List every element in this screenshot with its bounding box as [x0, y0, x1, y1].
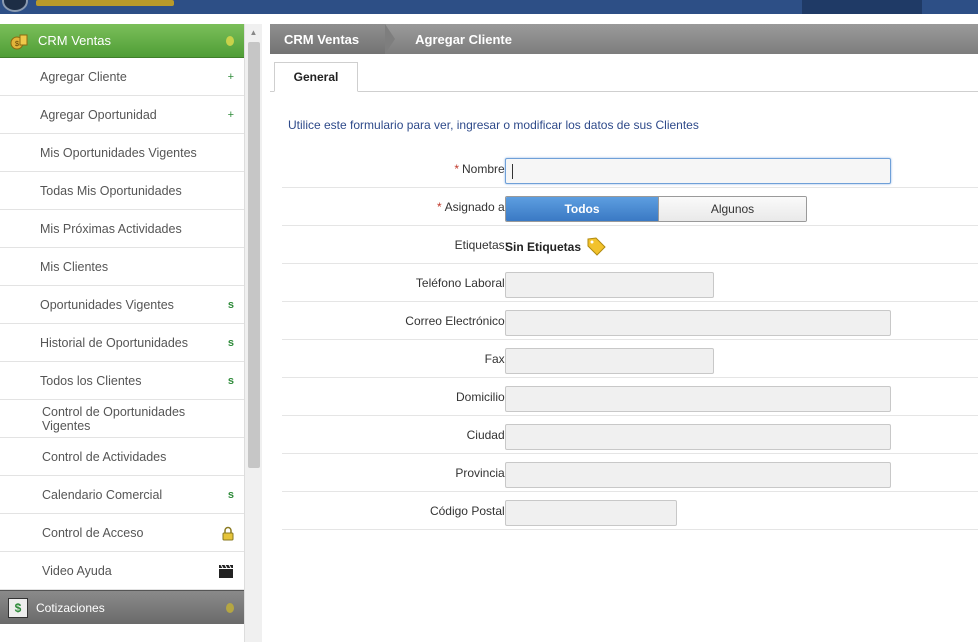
nombre-label-text: Nombre: — [461, 162, 508, 176]
correo-label: Correo Electrónico: — [405, 314, 508, 328]
sidebar-item-label: Control de Actividades — [42, 449, 167, 464]
status-dot-icon — [226, 602, 234, 613]
sidebar-scrollbar[interactable]: ▲ — [244, 24, 262, 642]
sidebar-item-agregar-oportunidad[interactable]: Agregar Oportunidad + — [0, 96, 244, 134]
sidebar-item-label: Calendario Comercial — [42, 487, 163, 502]
asignado-label-text: Asignado a: — [444, 200, 508, 214]
supervisor-icon: s — [227, 488, 234, 501]
breadcrumb: CRM Ventas Agregar Cliente — [270, 24, 978, 54]
sidebar-header-crm-ventas[interactable]: $ CRM Ventas — [0, 24, 244, 58]
asignado-todos-button[interactable]: Todos — [506, 197, 658, 221]
form-row-domicilio: Domicilio: — [282, 378, 978, 416]
asignado-algunos-button[interactable]: Algunos — [658, 197, 806, 221]
asignado-label: * Asignado a: — [437, 188, 508, 226]
sidebar-item-calendario-comercial[interactable]: Calendario Comercial s — [0, 476, 244, 514]
asignado-toggle: Todos Algunos — [505, 196, 807, 222]
nombre-label: * Nombre: — [454, 150, 508, 188]
sidebar-item-todos-los-clientes[interactable]: Todos los Clientes s — [0, 362, 244, 400]
sidebar-item-control-de-acceso[interactable]: Control de Acceso — [0, 514, 244, 552]
clapperboard-icon — [218, 564, 234, 578]
supervisor-icon: s — [227, 298, 234, 311]
sidebar-item-mis-proximas-actividades[interactable]: Mis Próximas Actividades — [0, 210, 244, 248]
fax-input[interactable] — [505, 348, 714, 374]
provincia-input[interactable] — [505, 462, 891, 488]
sidebar-item-label: Todas Mis Oportunidades — [40, 183, 182, 198]
client-form: * Nombre: * Asignado a: Todos Algunos Etiq… — [282, 150, 978, 530]
sidebar-item-label: Agregar Oportunidad — [40, 107, 157, 122]
sidebar-item-label: Oportunidades Vigentes — [40, 297, 174, 312]
top-banner — [0, 0, 978, 14]
svg-text:$: $ — [15, 41, 19, 48]
etiquetas-value-text: Sin Etiquetas — [505, 240, 582, 254]
codigo-postal-label: Código Postal: — [429, 504, 508, 518]
status-dot-icon — [226, 35, 234, 46]
ciudad-label: Ciudad: — [466, 428, 508, 442]
provincia-label: Provincia: — [455, 466, 508, 480]
sidebar-item-label: Video Ayuda — [42, 563, 112, 578]
sidebar-header-cotizaciones[interactable]: $ Cotizaciones — [0, 590, 244, 624]
etiquetas-value[interactable]: Sin Etiquetas — [505, 234, 607, 260]
sidebar-item-mis-oportunidades-vigentes[interactable]: Mis Oportunidades Vigentes — [0, 134, 244, 172]
sidebar-item-label: Historial de Oportunidades — [40, 335, 188, 350]
form-intro-text: Utilice este formulario para ver, ingres… — [288, 118, 699, 132]
sidebar: $ CRM Ventas Agregar Cliente + Agregar O… — [0, 24, 244, 642]
breadcrumb-root[interactable]: CRM Ventas — [270, 24, 396, 54]
plus-icon: + — [227, 70, 234, 83]
supervisor-icon: s — [227, 336, 234, 349]
sidebar-item-label: Control de Oportunidades Vigentes — [42, 404, 186, 433]
top-banner-right — [802, 0, 922, 14]
form-row-fax: Fax: — [282, 340, 978, 378]
supervisor-icon: s — [227, 374, 234, 387]
etiquetas-label: Etiquetas: — [454, 238, 508, 252]
scrollbar-thumb[interactable] — [248, 42, 260, 468]
sidebar-item-label: Mis Oportunidades Vigentes — [40, 145, 197, 160]
codigo-postal-input[interactable] — [505, 500, 677, 526]
app-logo-text — [36, 0, 174, 6]
plus-icon: + — [227, 108, 234, 121]
ciudad-input[interactable] — [505, 424, 891, 450]
sidebar-item-agregar-cliente[interactable]: Agregar Cliente + — [0, 58, 244, 96]
sidebar-item-video-ayuda[interactable]: Video Ayuda — [0, 552, 244, 590]
lock-icon — [222, 526, 234, 540]
sidebar-item-control-de-oportunidades-vigentes[interactable]: Control de Oportunidades Vigentes — [0, 400, 244, 438]
form-row-provincia: Provincia: — [282, 454, 978, 492]
sidebar-item-todas-mis-oportunidades[interactable]: Todas Mis Oportunidades — [0, 172, 244, 210]
domicilio-label: Domicilio: — [455, 390, 508, 404]
sidebar-item-mis-clientes[interactable]: Mis Clientes — [0, 248, 244, 286]
nombre-input[interactable] — [505, 158, 891, 184]
tab-bar: General — [270, 62, 978, 92]
sidebar-item-label: Mis Próximas Actividades — [40, 221, 182, 236]
form-row-telefono: Teléfono Laboral: — [282, 264, 978, 302]
breadcrumb-current: Agregar Cliente — [415, 31, 512, 47]
telefono-input[interactable] — [505, 272, 714, 298]
required-marker: * — [454, 162, 459, 176]
form-row-correo: Correo Electrónico: — [282, 302, 978, 340]
sidebar-item-label: Control de Acceso — [42, 525, 144, 540]
domicilio-input[interactable] — [505, 386, 891, 412]
sidebar-item-control-de-actividades[interactable]: Control de Actividades — [0, 438, 244, 476]
sidebar-header-label: CRM Ventas — [38, 33, 111, 48]
scroll-up-arrow-icon[interactable]: ▲ — [245, 24, 262, 40]
form-row-nombre: * Nombre: — [282, 150, 978, 188]
sidebar-item-label: Mis Clientes — [40, 259, 109, 274]
sidebar-item-oportunidades-vigentes[interactable]: Oportunidades Vigentes s — [0, 286, 244, 324]
money-bag-icon: $ — [8, 30, 30, 52]
sidebar-item-historial-de-oportunidades[interactable]: Historial de Oportunidades s — [0, 324, 244, 362]
form-row-etiquetas: Etiquetas: Sin Etiquetas — [282, 226, 978, 264]
telefono-label: Teléfono Laboral: — [415, 276, 508, 290]
tag-icon[interactable] — [581, 236, 607, 259]
form-row-asignado: * Asignado a: Todos Algunos — [282, 188, 978, 226]
text-caret — [512, 164, 513, 179]
form-row-codigo-postal: Código Postal: — [282, 492, 978, 530]
dollar-icon: $ — [8, 597, 28, 618]
app-logo — [2, 0, 28, 12]
correo-input[interactable] — [505, 310, 891, 336]
required-marker: * — [436, 200, 442, 214]
tab-general[interactable]: General — [274, 62, 358, 92]
sidebar-item-label: Todos los Clientes — [40, 373, 142, 388]
sidebar-section-label: Cotizaciones — [36, 600, 105, 615]
sidebar-item-label: Agregar Cliente — [40, 69, 127, 84]
form-row-ciudad: Ciudad: — [282, 416, 978, 454]
